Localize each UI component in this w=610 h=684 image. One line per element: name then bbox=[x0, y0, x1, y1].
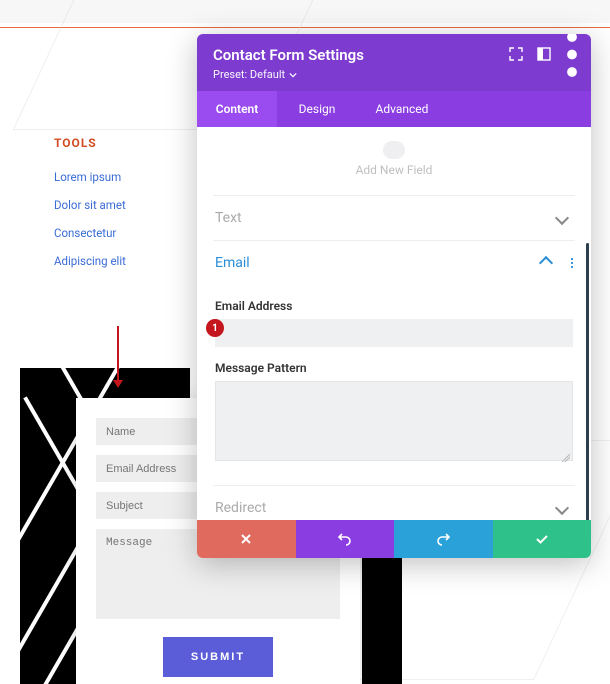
modal-scroll[interactable]: Add New Field Text Email Email Address 1… bbox=[197, 127, 591, 520]
section-redirect[interactable]: Redirect bbox=[215, 486, 573, 520]
message-pattern-input[interactable] bbox=[215, 381, 573, 461]
settings-modal: Contact Form Settings Preset: Default Co… bbox=[197, 34, 591, 558]
preset-dropdown[interactable]: Preset: Default bbox=[213, 68, 575, 81]
tab-advanced[interactable]: Advanced bbox=[357, 91, 447, 127]
check-icon bbox=[535, 532, 549, 546]
expand-icon[interactable] bbox=[509, 47, 523, 61]
message-pattern-label: Message Pattern bbox=[215, 361, 573, 375]
sidebar-item-consectetur[interactable]: Consectetur bbox=[54, 226, 174, 240]
modal-tabs: Content Design Advanced bbox=[197, 91, 591, 127]
sidebar-item-adipiscing[interactable]: Adipiscing elit bbox=[54, 254, 174, 268]
sidebar-heading: TOOLS bbox=[54, 136, 174, 150]
page-sidebar: TOOLS Lorem ipsum Dolor sit amet Consect… bbox=[54, 136, 174, 282]
redo-button[interactable] bbox=[394, 520, 493, 558]
tab-design[interactable]: Design bbox=[277, 91, 357, 127]
close-icon bbox=[239, 532, 253, 546]
chevron-down-icon bbox=[289, 71, 297, 79]
annotation-badge: 1 bbox=[206, 319, 224, 337]
chevron-down-icon bbox=[555, 501, 569, 515]
annotation-arrow-icon bbox=[117, 326, 119, 386]
modal-body: Add New Field Text Email Email Address 1… bbox=[197, 127, 591, 520]
modal-header: Contact Form Settings Preset: Default bbox=[197, 34, 591, 91]
undo-button[interactable] bbox=[296, 520, 395, 558]
section-email[interactable]: Email bbox=[215, 241, 573, 285]
email-address-label: Email Address bbox=[215, 299, 573, 313]
redo-icon bbox=[436, 532, 450, 546]
tab-content[interactable]: Content bbox=[197, 91, 277, 127]
panel-icon[interactable] bbox=[537, 47, 551, 61]
sidebar-item-dolor[interactable]: Dolor sit amet bbox=[54, 198, 174, 212]
section-text[interactable]: Text bbox=[215, 196, 573, 240]
sidebar-item-lorem[interactable]: Lorem ipsum bbox=[54, 170, 174, 184]
confirm-button[interactable] bbox=[493, 520, 592, 558]
kebab-menu-icon[interactable] bbox=[571, 257, 573, 269]
modal-footer bbox=[197, 520, 591, 558]
cancel-button[interactable] bbox=[197, 520, 296, 558]
submit-button[interactable]: SUBMIT bbox=[163, 637, 273, 677]
chevron-down-icon bbox=[555, 211, 569, 225]
chevron-up-icon bbox=[539, 256, 553, 270]
undo-icon bbox=[338, 532, 352, 546]
email-address-input[interactable] bbox=[215, 319, 573, 347]
add-new-field-button[interactable]: Add New Field bbox=[215, 141, 573, 177]
kebab-menu-icon[interactable] bbox=[565, 47, 579, 61]
